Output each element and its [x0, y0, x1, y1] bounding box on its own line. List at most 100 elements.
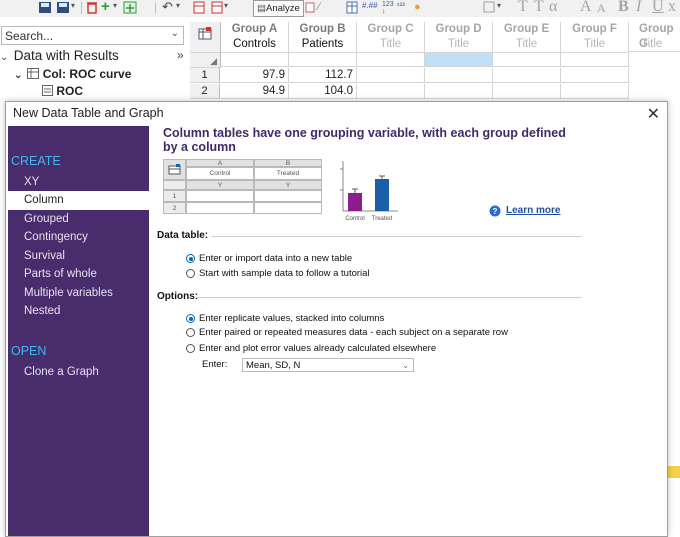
preview-col-label: B [254, 159, 322, 167]
learn-more-link[interactable]: Learn more [506, 205, 560, 216]
radio-new-table[interactable]: Enter or import data into a new table [186, 252, 352, 266]
nav-item-roc[interactable]: ROC [42, 82, 83, 100]
table-format-corner[interactable] [190, 22, 221, 53]
chevron-down-icon[interactable]: ▾ [176, 1, 180, 14]
table-tool-icon[interactable] [305, 1, 315, 14]
column-header-group-e[interactable]: Group E Title [493, 22, 561, 53]
font-larger-icon[interactable]: A [580, 0, 592, 16]
close-icon[interactable]: ✕ [647, 104, 660, 124]
save-icon[interactable] [38, 1, 52, 14]
radio-paired-data[interactable]: Enter paired or repeated measures data -… [186, 326, 508, 340]
underline-icon[interactable]: U [652, 0, 664, 16]
new-graph-icon[interactable] [211, 1, 223, 14]
selected-cell[interactable] [425, 53, 493, 67]
preview-corner [163, 180, 186, 190]
table-cell[interactable] [561, 53, 629, 67]
sort-desc-icon[interactable]: ⁴²³ [396, 1, 405, 14]
sidebar-item-grouped[interactable]: Grouped [8, 210, 149, 229]
column-header-group-d[interactable]: Group D Title [425, 22, 493, 53]
radio-icon[interactable] [186, 344, 195, 353]
greek-letter-icon[interactable]: α [549, 0, 557, 16]
table-format-icon[interactable] [346, 1, 358, 14]
row-number[interactable]: 1 [190, 68, 220, 83]
sidebar-item-multiple-variables[interactable]: Multiple variables [8, 284, 149, 303]
sidebar-item-xy[interactable]: XY [8, 173, 149, 192]
search-box[interactable]: ⌄ [1, 26, 184, 45]
chevron-down-icon[interactable]: ⌄ [171, 28, 179, 39]
sidebar-item-clone-graph[interactable]: Clone a Graph [8, 363, 149, 382]
column-header-group-g[interactable]: Group G Title [629, 22, 680, 52]
table-cell[interactable] [221, 53, 289, 67]
data-table-label: Data table: [157, 230, 209, 241]
sort-icon[interactable]: 123 ↓ [382, 1, 394, 15]
undo-icon[interactable]: ↶ [162, 0, 173, 14]
radio-sample-data[interactable]: Start with sample data to follow a tutor… [186, 267, 370, 281]
table-cell[interactable] [425, 68, 493, 83]
sidebar-item-parts-of-whole[interactable]: Parts of whole [8, 265, 149, 284]
dialog-content: Column tables have one grouping variable… [149, 126, 665, 536]
radio-selected-icon[interactable] [186, 254, 195, 263]
decimal-format-icon[interactable]: #.## [362, 1, 378, 14]
table-cell[interactable] [493, 68, 561, 83]
radio-error-values[interactable]: Enter and plot error values already calc… [186, 342, 436, 356]
add-table-icon[interactable] [123, 1, 137, 14]
font-smaller-icon[interactable]: A [597, 1, 606, 16]
table-cell[interactable] [425, 84, 493, 99]
nav-item-roc-table[interactable]: ⌄ Col: ROC curve [14, 65, 131, 83]
italic-icon[interactable]: I [636, 0, 641, 16]
search-input[interactable] [2, 27, 168, 44]
new-table-icon[interactable] [193, 1, 205, 14]
bold-icon[interactable]: B [618, 0, 629, 16]
text-style-icon[interactable]: T [534, 0, 544, 16]
table-cell[interactable]: 94.9 [221, 84, 289, 99]
help-icon[interactable]: ? [489, 205, 501, 217]
delete-icon[interactable] [86, 1, 98, 14]
table-cell[interactable] [357, 53, 425, 67]
sidebar-item-survival[interactable]: Survival [8, 247, 149, 266]
chevron-down-icon[interactable]: ▾ [71, 1, 75, 14]
radio-replicate-values[interactable]: Enter replicate values, stacked into col… [186, 312, 384, 326]
sidebar-item-nested[interactable]: Nested [8, 302, 149, 321]
nav-item-data-with-results[interactable]: ⌄ Data with Results [0, 47, 119, 65]
table-cell[interactable] [561, 68, 629, 83]
save-all-icon[interactable] [56, 1, 70, 14]
color-icon[interactable]: ● [414, 1, 421, 14]
sidebar-item-column[interactable]: Column [8, 191, 149, 210]
radio-icon[interactable] [186, 328, 195, 337]
table-cell[interactable]: 97.9 [221, 68, 289, 83]
radio-selected-icon[interactable] [186, 314, 195, 323]
table-cell[interactable] [493, 84, 561, 99]
column-header-group-f[interactable]: Group F Title [561, 22, 629, 53]
chevron-down-icon[interactable]: ⌄ [14, 67, 24, 85]
wand-icon[interactable]: ⁄ [318, 1, 320, 14]
table-cell[interactable] [357, 68, 425, 83]
table-cell[interactable] [357, 84, 425, 99]
preview-cell [186, 190, 254, 202]
table-cell[interactable] [493, 53, 561, 67]
new-sheet-icon[interactable]: + [101, 0, 110, 14]
column-header-group-b[interactable]: Group B Patients [289, 22, 357, 53]
table-cell[interactable] [561, 84, 629, 99]
sidebar-item-contingency[interactable]: Contingency [8, 228, 149, 247]
preview-bar-control [348, 193, 362, 211]
table-cell[interactable]: 104.0 [289, 84, 357, 99]
chevron-down-icon[interactable]: ▾ [497, 1, 501, 14]
subscript-icon[interactable]: x [668, 0, 676, 16]
row-number[interactable]: 2 [190, 84, 220, 99]
preview-x-label: Treated [372, 216, 392, 222]
column-header-group-a[interactable]: Group A Controls [221, 22, 289, 53]
error-format-select[interactable]: Mean, SD, N ⌄ [242, 358, 414, 372]
chevron-down-icon[interactable]: ⌄ [0, 49, 10, 67]
collapse-panel-icon[interactable]: » [177, 48, 184, 62]
text-style-icon[interactable]: T [518, 0, 528, 16]
radio-icon[interactable] [186, 269, 195, 278]
table-cell[interactable] [289, 53, 357, 67]
preview-col-title: Control [186, 167, 254, 180]
border-icon[interactable] [483, 1, 495, 14]
chevron-down-icon[interactable]: ▾ [224, 1, 228, 14]
analyze-button[interactable]: ▤Analyze [253, 0, 304, 17]
dialog-titlebar: New Data Table and Graph ✕ [6, 102, 667, 126]
column-header-group-c[interactable]: Group C Title [357, 22, 425, 53]
table-cell[interactable]: 112.7 [289, 68, 357, 83]
chevron-down-icon[interactable]: ▾ [113, 1, 117, 14]
